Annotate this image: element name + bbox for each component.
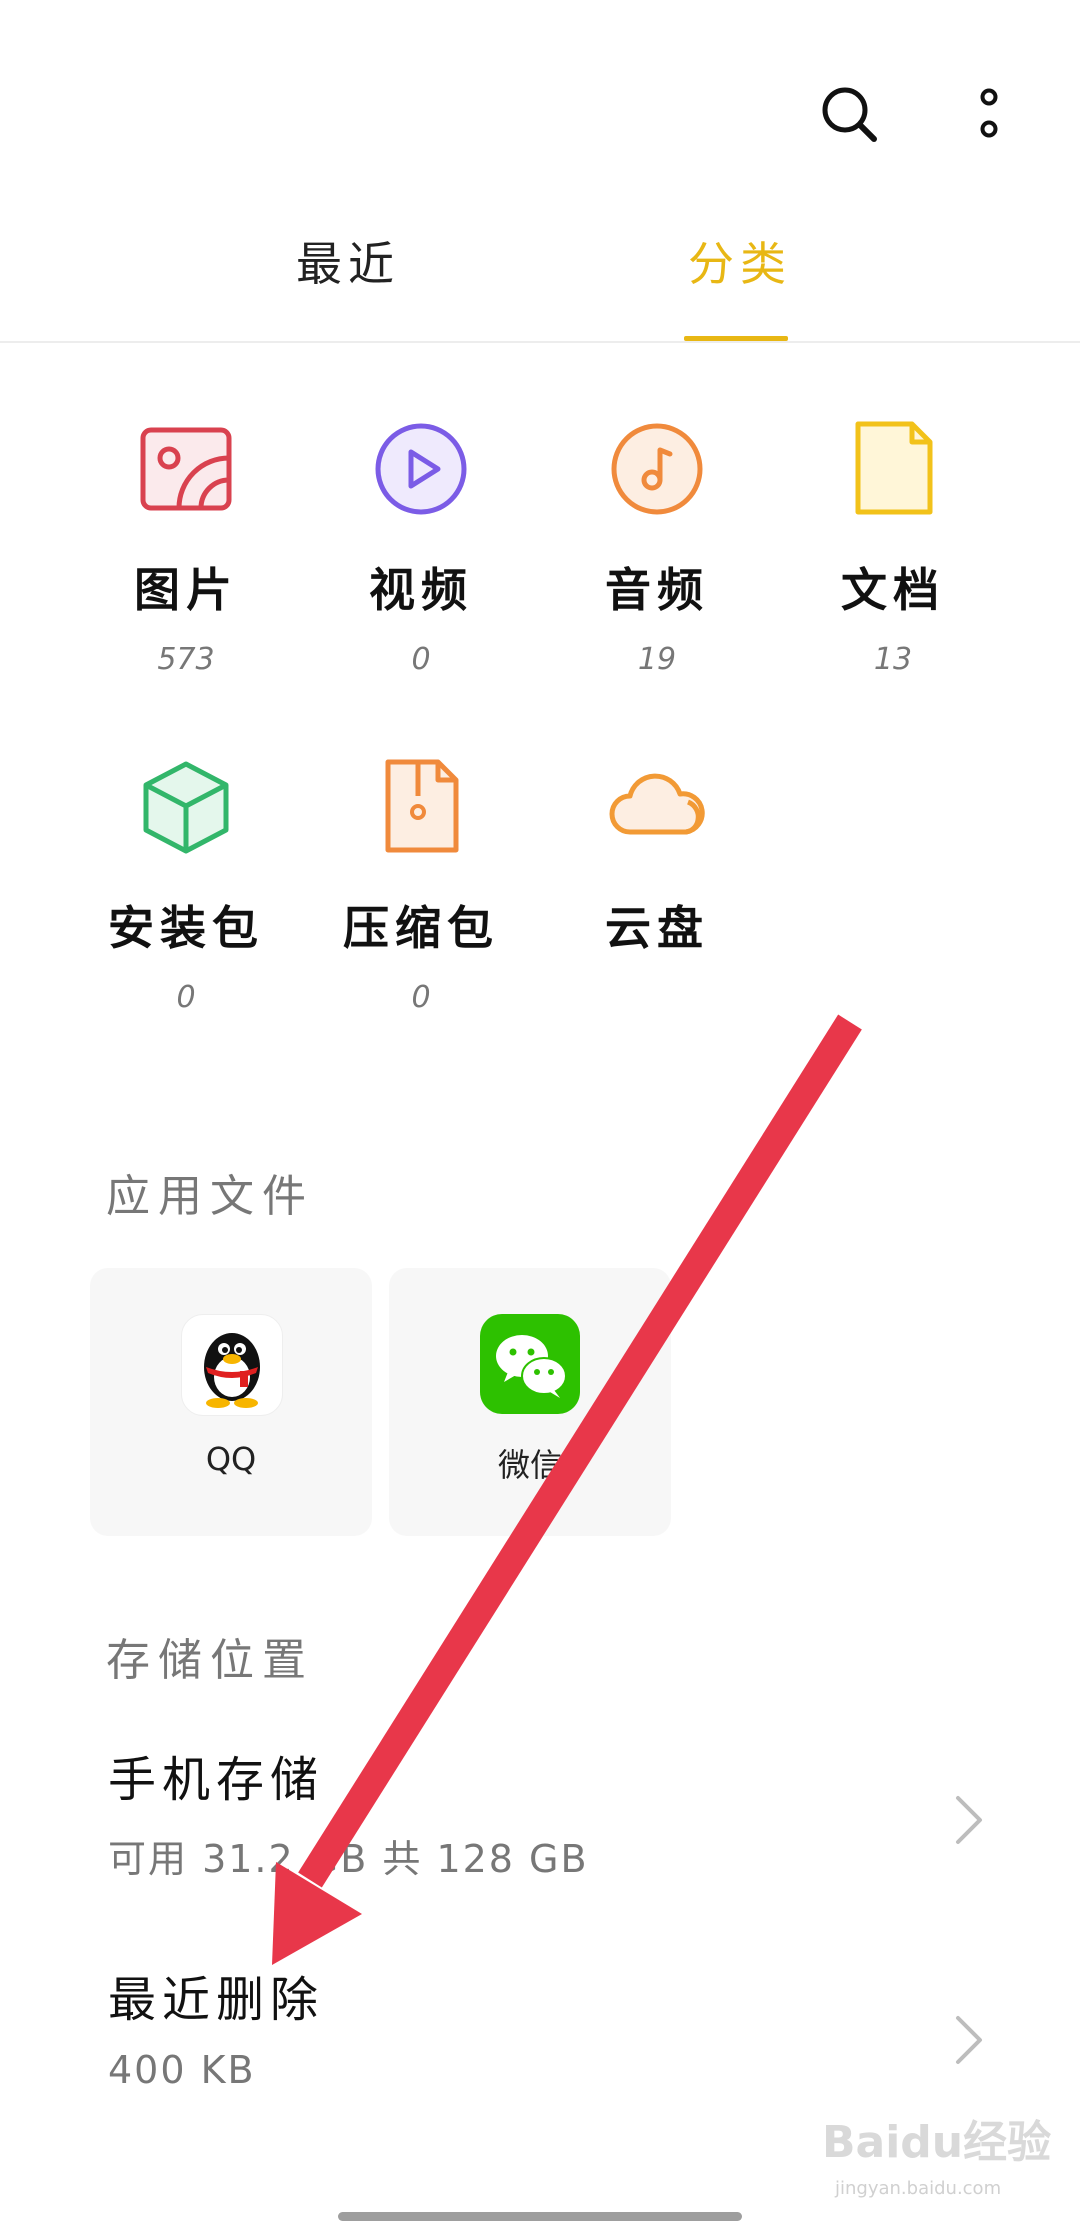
- watermark-logo: Baidu经验: [822, 2117, 1052, 2168]
- watermark-url: jingyan.baidu.com: [835, 2178, 1002, 2199]
- annotation-arrow: [272, 1014, 862, 1965]
- home-indicator[interactable]: [338, 2212, 742, 2221]
